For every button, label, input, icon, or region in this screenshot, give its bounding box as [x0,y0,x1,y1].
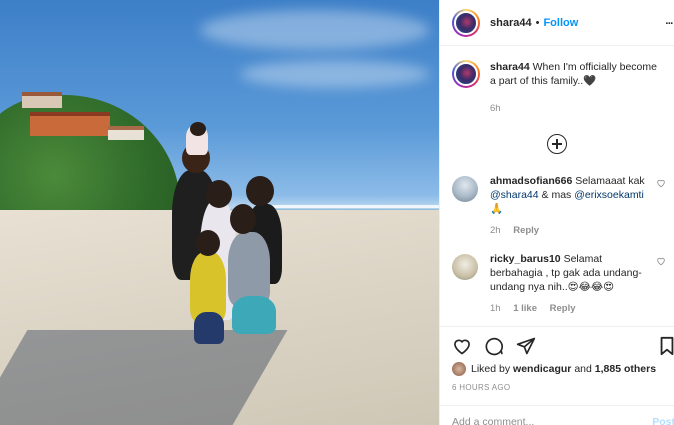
like-comment-heart-icon[interactable] [656,178,666,188]
pray-emoji: 🙏 [490,203,504,215]
likes-count[interactable]: 1,885 others [595,363,656,375]
comment-username[interactable]: ahmadsofian666 [490,175,572,187]
comment-item: ricky_barus10 Selamat berbahagia , tp ga… [440,252,674,316]
follow-button[interactable]: Follow [543,17,578,29]
reply-button[interactable]: Reply [550,303,576,314]
like-comment-heart-icon[interactable] [656,256,666,266]
person-head [196,230,220,256]
sky-cloud [240,60,430,88]
person-boy-shorts [194,312,224,344]
author-avatar[interactable] [452,8,480,37]
bookmark-icon[interactable] [659,336,674,356]
likes-prefix: Liked by [471,363,511,375]
person-girl [228,232,270,306]
person-head [206,180,232,208]
person-head [230,204,256,234]
comment-text: & mas [541,189,572,201]
likes-joiner: and [574,363,592,375]
comment-username[interactable]: ricky_barus10 [490,253,561,265]
post-time-ago[interactable]: 6 HOURS AGO [440,376,674,392]
comment-time[interactable]: 2h [490,225,501,236]
separator-dot: • [535,16,540,29]
add-comment-input[interactable]: Add a comment... [452,416,534,425]
likes-summary: Liked by wendicagur and 1,885 others [440,356,674,376]
load-more-comments-icon[interactable] [547,134,567,154]
comment-meta: 2h Reply [490,224,655,238]
hill-house [108,126,144,140]
comment-bubble-icon[interactable] [484,336,504,356]
more-options-icon[interactable]: ... [665,12,674,28]
action-icons [440,327,674,356]
hill-house [30,112,110,136]
share-paper-plane-icon[interactable] [516,336,536,356]
commenter-avatar[interactable] [452,254,478,280]
caption-time[interactable]: 6h [490,102,664,116]
comment-mention[interactable]: @erixsoekamti [574,189,644,201]
comment-item: ahmadsofian666 Selamaaat kak @shara44 & … [440,174,674,238]
person-head [190,122,206,136]
reply-button[interactable]: Reply [513,225,539,236]
add-comment-bar: Add a comment... Post [440,405,674,425]
commenter-avatar[interactable] [452,176,478,202]
black-heart-emoji: 🖤 [583,75,597,87]
sky-cloud [200,10,430,50]
caption-avatar[interactable] [452,60,480,88]
comment-emojis: 😍😂😂😍 [567,281,615,293]
post-comment-button[interactable]: Post [652,416,674,425]
comment-text: Selamaaat kak [575,175,645,187]
comment-meta: 1h 1 like Reply [490,302,655,316]
liker-username[interactable]: wendicagur [513,363,571,375]
person-girl-shorts [232,296,276,334]
post-actions: Liked by wendicagur and 1,885 others 6 H… [440,326,674,425]
post-side-panel: shara44 • Follow ... shara44 When I'm of… [439,0,674,425]
post-caption: shara44 When I'm officially become a par… [440,46,674,116]
caption-username[interactable]: shara44 [490,61,530,73]
author-username[interactable]: shara44 [490,17,532,29]
sea-wave [270,205,439,208]
liker-avatar[interactable] [452,362,466,376]
comment-mention[interactable]: @shara44 [490,189,539,201]
comment-likes[interactable]: 1 like [513,303,537,314]
comment-time[interactable]: 1h [490,303,501,314]
post-photo[interactable] [0,0,439,425]
like-heart-icon[interactable] [452,336,472,356]
post-header: shara44 • Follow ... [440,0,674,46]
person-head [246,176,274,206]
hill-house [22,92,62,108]
